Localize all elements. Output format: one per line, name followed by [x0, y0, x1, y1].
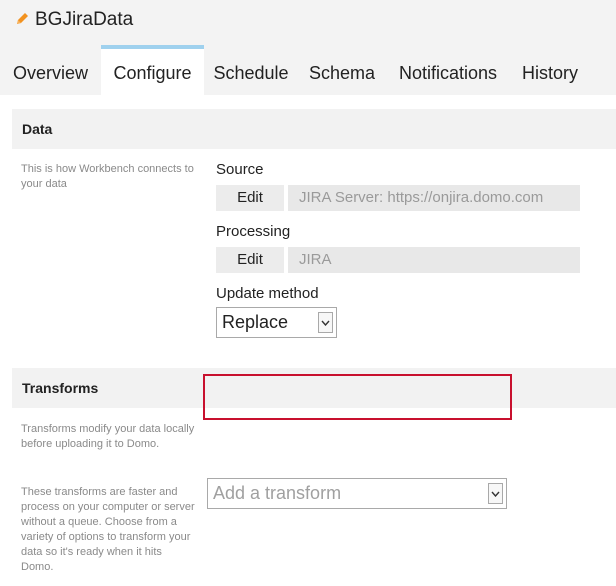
tab-history[interactable]: History [510, 45, 590, 95]
data-section-description: This is how Workbench connects to your d… [21, 163, 194, 190]
tab-bar: Overview Configure Schedule Schema Notif… [0, 45, 616, 95]
update-method-select[interactable]: Replace [216, 307, 337, 338]
pencil-icon[interactable] [14, 11, 30, 27]
configure-panel: Data This is how Workbench connects to y… [0, 95, 616, 586]
add-transform-select[interactable]: Add a transform [207, 478, 507, 509]
processing-label: Processing [216, 223, 291, 240]
tab-schedule[interactable]: Schedule [204, 45, 298, 95]
tab-configure[interactable]: Configure [101, 45, 204, 95]
update-method-label: Update method [216, 285, 319, 302]
processing-value: JIRA [288, 247, 580, 273]
add-transform-placeholder: Add a transform [213, 483, 342, 503]
add-transform-highlight [203, 374, 512, 420]
source-label: Source [216, 161, 264, 178]
tab-notifications[interactable]: Notifications [386, 45, 510, 95]
source-value: JIRA Server: https://onjira.domo.com [288, 185, 580, 211]
transforms-description-detail: These transforms are faster and process … [21, 486, 195, 573]
title-bar: BGJiraData [0, 0, 616, 45]
data-section-header: Data [12, 109, 616, 149]
window-title: BGJiraData [35, 9, 134, 30]
transforms-description-intro: Transforms modify your data locally befo… [21, 423, 195, 450]
tab-schema[interactable]: Schema [298, 45, 386, 95]
source-edit-button[interactable]: Edit [216, 185, 284, 211]
update-method-selected: Replace [222, 312, 289, 332]
processing-edit-button[interactable]: Edit [216, 247, 284, 273]
chevron-down-icon[interactable] [488, 483, 503, 504]
tab-overview[interactable]: Overview [0, 45, 101, 95]
chevron-down-icon[interactable] [318, 312, 333, 333]
